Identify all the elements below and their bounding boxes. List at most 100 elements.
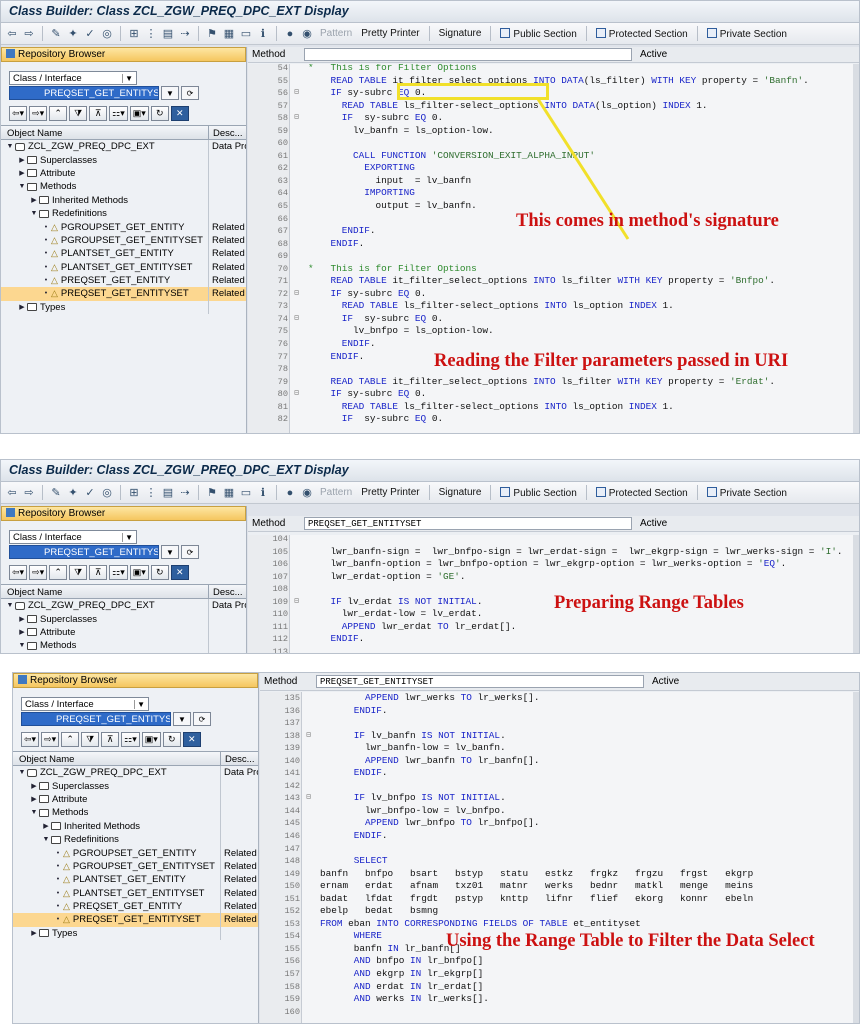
code-line[interactable]: 150 ernam erdat afnam txz01 matnr werks b… xyxy=(260,880,859,893)
tree-node[interactable]: •△PREQSET_GET_ENTITYSET Related E xyxy=(1,287,246,301)
tree-collapsed-icon[interactable]: ▶ xyxy=(29,795,39,803)
filter-button[interactable]: ⧩ xyxy=(81,732,100,747)
tree-collapsed-icon[interactable]: ▶ xyxy=(17,615,27,623)
code-line[interactable]: 106 lwr_banfn-option = lwr_bnfpo-option … xyxy=(248,558,859,571)
tree-node[interactable]: ▶ Superclasses xyxy=(1,153,246,167)
code-line[interactable]: 147 xyxy=(260,843,859,856)
code-line[interactable]: 139 lwr_banfn-low = lv_banfn. xyxy=(260,742,859,755)
protected-section-button[interactable]: Protected Section xyxy=(593,27,691,40)
tree-node[interactable]: ▶ Superclasses xyxy=(1,612,246,626)
dropdown-button[interactable]: ▼ xyxy=(161,86,179,100)
refresh-button[interactable]: ↻ xyxy=(150,565,169,580)
code-line[interactable]: 149 banfn bnfpo bsart bstyp statu estkz f… xyxy=(260,868,859,881)
tree-collapsed-icon[interactable]: ▶ xyxy=(17,628,27,636)
up-level-button[interactable]: ⌃ xyxy=(61,732,80,747)
tree-node[interactable]: •△PGROUPSET_GET_ENTITYSET Related E xyxy=(1,233,246,248)
tree-expanded-icon[interactable]: ▼ xyxy=(5,143,15,150)
next-object-button[interactable]: ⇨▾ xyxy=(41,732,60,747)
object-list-icon[interactable]: ▤ xyxy=(161,486,175,500)
fold-marker-icon[interactable]: ⊟ xyxy=(291,313,302,326)
session-breakpoint-icon[interactable]: ◉ xyxy=(300,486,314,500)
info-icon[interactable]: ℹ xyxy=(256,27,270,41)
code-line[interactable]: 105 lwr_banfn-sign = lwr_bnfpo-sign = lw… xyxy=(248,546,859,559)
display-change-icon[interactable]: ✎ xyxy=(49,486,63,500)
navigate-icon[interactable]: ⇢ xyxy=(178,486,192,500)
session-breakpoint-icon[interactable]: ◉ xyxy=(300,27,314,41)
column-description[interactable]: Desc... xyxy=(221,752,258,765)
code-line[interactable]: 141 ENDIF. xyxy=(260,767,859,780)
up-level-button[interactable]: ⌃ xyxy=(49,565,68,580)
tree-expanded-icon[interactable]: ▼ xyxy=(29,809,39,816)
repository-browser-header[interactable]: Repository Browser xyxy=(13,673,258,688)
next-object-button[interactable]: ⇨▾ xyxy=(29,565,48,580)
where-used-icon[interactable]: ⋮ xyxy=(144,27,158,41)
pretty-printer-button[interactable]: Pretty Printer xyxy=(358,487,422,498)
object-type-select[interactable]: Class / Interface ▼ xyxy=(21,697,149,711)
previous-object-button[interactable]: ⇦▾ xyxy=(21,732,40,747)
code-line[interactable]: 81 READ TABLE ls_filter-select_options I… xyxy=(248,401,859,414)
tree-node[interactable]: ▶ Types xyxy=(13,926,258,941)
info-icon[interactable]: ℹ xyxy=(256,486,270,500)
display-options-button[interactable]: ▣▾ xyxy=(129,106,149,121)
tree-icon[interactable]: ⚑ xyxy=(205,27,219,41)
tree-collapsed-icon[interactable]: ▶ xyxy=(17,169,27,177)
tree-node[interactable]: •△PGROUPSET_GET_ENTITY Related E xyxy=(13,846,258,860)
signature-button[interactable]: Signature xyxy=(436,28,485,39)
tree-node[interactable]: ▼ Redefinitions xyxy=(1,206,246,221)
tree-node[interactable]: ▶ Attribute xyxy=(1,166,246,181)
private-section-button[interactable]: Private Section xyxy=(704,486,790,499)
hierarchy-icon[interactable]: ⊞ xyxy=(127,27,141,41)
object-name-input[interactable]: PREQSET_GET_ENTITYSET xyxy=(9,86,159,100)
tree-layout-button[interactable]: ⚏▾ xyxy=(109,565,128,580)
code-line[interactable]: 71 READ TABLE it_filter_select_options I… xyxy=(248,275,859,288)
tree-icon[interactable]: ⚑ xyxy=(205,486,219,500)
code-line[interactable]: 113 xyxy=(248,646,859,653)
display-change-icon[interactable]: ✎ xyxy=(49,27,63,41)
vertical-scrollbar[interactable] xyxy=(853,64,859,433)
tree-expanded-icon[interactable]: ▼ xyxy=(5,602,15,609)
check-icon[interactable]: ✓ xyxy=(83,486,97,500)
code-line[interactable]: 143 ⊟ IF lv_bnfpo IS NOT INITIAL. xyxy=(260,792,859,805)
close-browser-button[interactable]: ✕ xyxy=(170,106,189,121)
test-icon[interactable]: ◎ xyxy=(100,27,114,41)
previous-object-button[interactable]: ⇦▾ xyxy=(9,106,28,121)
up-level-button[interactable]: ⌃ xyxy=(49,106,68,121)
code-line[interactable]: 140 APPEND lwr_banfn TO lr_banfn[]. xyxy=(260,755,859,768)
tree-layout-button[interactable]: ⚏▾ xyxy=(121,732,140,747)
code-line[interactable]: 159 AND werks IN lr_werks[]. xyxy=(260,993,859,1006)
code-line[interactable]: 151 badat lfdat frgdt pstyp knttp lifnr f… xyxy=(260,893,859,906)
code-line[interactable]: 135 APPEND lwr_werks TO lr_werks[]. xyxy=(260,692,859,705)
column-description[interactable]: Desc... xyxy=(209,126,246,139)
code-line[interactable]: 69 xyxy=(248,250,859,263)
tree-node[interactable]: ▼ ZCL_ZGW_PREQ_DPC_EXT Data Prov xyxy=(1,599,246,613)
tree-collapsed-icon[interactable]: ▶ xyxy=(29,929,39,937)
tree-node[interactable]: ▶ Inherited Methods xyxy=(13,819,258,833)
tree-node[interactable]: •△PLANTSET_GET_ENTITY Related E xyxy=(13,873,258,887)
tree-node[interactable]: ▼ Methods xyxy=(1,639,246,653)
test-icon[interactable]: ◎ xyxy=(100,486,114,500)
tree-collapsed-icon[interactable]: ▶ xyxy=(17,156,27,164)
code-line[interactable]: 104 xyxy=(248,535,859,546)
code-line[interactable]: 160 xyxy=(260,1006,859,1019)
navigate-icon[interactable]: ⇢ xyxy=(178,27,192,41)
code-line[interactable]: 70 * This is for Filter Options xyxy=(248,263,859,276)
check-icon[interactable]: ✓ xyxy=(83,27,97,41)
vertical-scrollbar[interactable] xyxy=(853,535,859,653)
object-type-select[interactable]: Class / Interface ▼ xyxy=(9,71,137,85)
code-line[interactable]: 148 SELECT xyxy=(260,855,859,868)
method-name-field[interactable]: PREQSET_GET_ENTITYSET xyxy=(304,517,632,530)
display-object-button[interactable]: ⟳ xyxy=(181,86,199,100)
code-line[interactable]: 112 ENDIF. xyxy=(248,633,859,646)
tree-collapsed-icon[interactable]: ▶ xyxy=(41,822,51,830)
tree-node[interactable]: •△PREQSET_GET_ENTITYSET Related E xyxy=(13,913,258,927)
code-editor[interactable]: 135 APPEND lwr_werks TO lr_werks[]. 136 E… xyxy=(260,692,859,1023)
code-line[interactable]: 111 APPEND lwr_erdat TO lr_erdat[]. xyxy=(248,621,859,634)
tree-collapsed-icon[interactable]: ▶ xyxy=(29,196,39,204)
code-line[interactable]: 76 ENDIF. xyxy=(248,338,859,351)
tree-node[interactable]: ▶ Attribute xyxy=(1,625,246,640)
display-options-button[interactable]: ▣▾ xyxy=(141,732,161,747)
code-line[interactable]: 80 ⊟ IF sy-subrc EQ 0. xyxy=(248,388,859,401)
private-section-button[interactable]: Private Section xyxy=(704,27,790,40)
code-line[interactable]: 157 AND ekgrp IN lr_ekgrp[] xyxy=(260,968,859,981)
tree-node[interactable]: •△PLANTSET_GET_ENTITY Related E xyxy=(1,247,246,261)
